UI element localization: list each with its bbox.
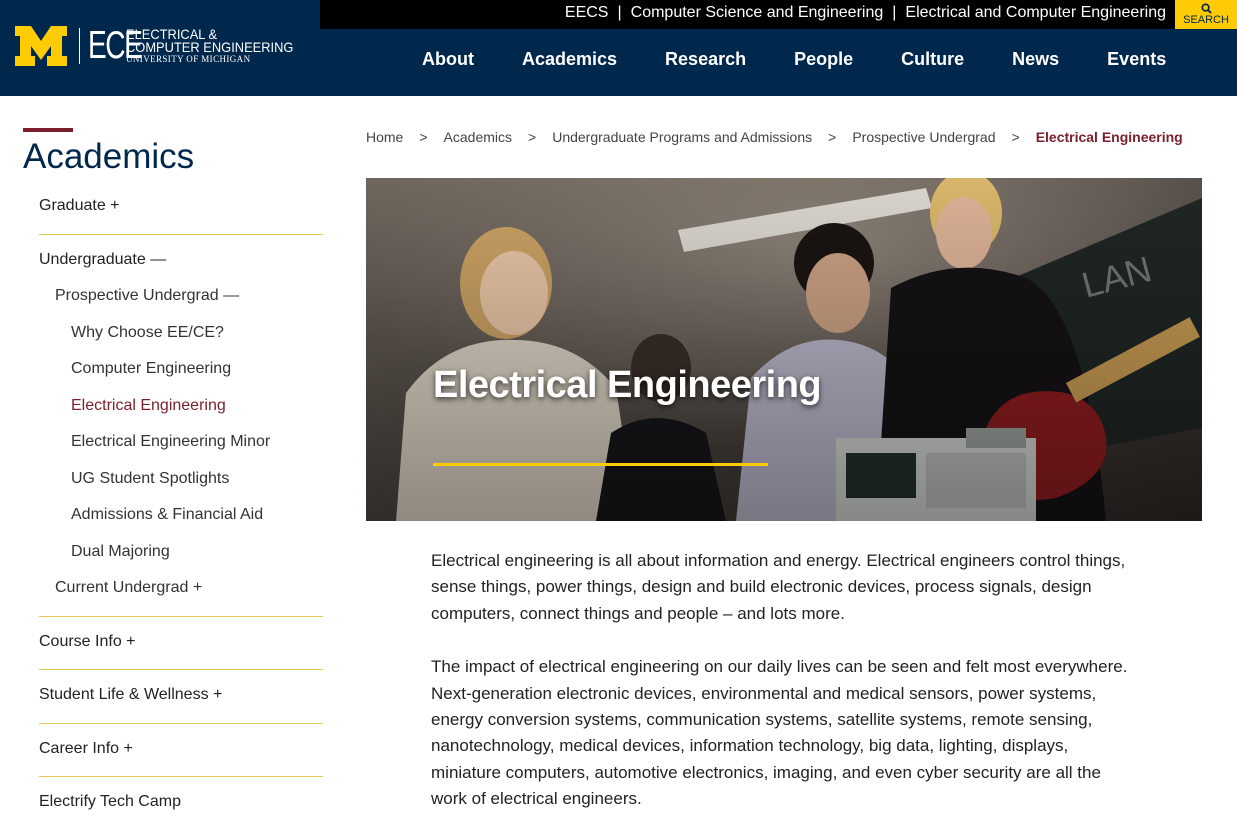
link-eecs[interactable]: EECS	[565, 4, 609, 22]
breadcrumb-home[interactable]: Home	[366, 128, 403, 146]
breadcrumb-academics[interactable]: Academics	[444, 128, 512, 146]
sidebar-item-why-choose[interactable]: Why Choose EE/CE?	[71, 323, 224, 343]
sidebar-accent-bar	[23, 128, 73, 132]
sidebar-item-prospective-undergrad[interactable]: Prospective Undergrad —	[55, 286, 239, 306]
nav-research[interactable]: Research	[665, 47, 746, 71]
sidebar-item-career-info[interactable]: Career Info +	[39, 739, 133, 759]
sidebar-item-student-life[interactable]: Student Life & Wellness +	[39, 685, 222, 705]
logo-line3: UNIVERSITY OF MICHIGAN	[126, 54, 251, 64]
search-button[interactable]: SEARCH	[1175, 0, 1237, 29]
hero-title: Electrical Engineering	[433, 364, 822, 406]
nav-academics[interactable]: Academics	[522, 47, 617, 71]
sidebar-divider	[39, 669, 323, 670]
main-content: Electrical engineering is all about info…	[431, 548, 1131, 840]
sidebar-item-ee-minor[interactable]: Electrical Engineering Minor	[71, 432, 270, 452]
logo-wordmark: ELECTRICAL & COMPUTER ENGINEERING UNIVER…	[126, 27, 308, 64]
breadcrumb: Home > Academics > Undergraduate Program…	[366, 128, 1183, 146]
sidebar-item-graduate[interactable]: Graduate +	[39, 196, 120, 216]
search-label: SEARCH	[1183, 14, 1229, 26]
sidebar-divider	[39, 776, 323, 777]
site-logo[interactable]: ECE ELECTRICAL & COMPUTER ENGINEERING UN…	[15, 26, 308, 66]
breadcrumb-current: Electrical Engineering	[1035, 129, 1183, 145]
sidebar-item-dual-majoring[interactable]: Dual Majoring	[71, 542, 170, 562]
utility-divider: |	[892, 3, 897, 21]
nav-culture[interactable]: Culture	[901, 47, 964, 71]
site-header: ECE ELECTRICAL & COMPUTER ENGINEERING UN…	[0, 0, 1237, 96]
sidebar-divider	[39, 234, 323, 235]
logo-line2: COMPUTER ENGINEERING	[126, 39, 294, 55]
sidebar-item-computer-engineering[interactable]: Computer Engineering	[71, 359, 231, 379]
breadcrumb-separator: >	[528, 129, 537, 145]
logo-separator	[79, 28, 80, 64]
sidebar-item-ug-student-spotlights[interactable]: UG Student Spotlights	[71, 469, 229, 489]
block-m-logo-icon	[15, 26, 67, 66]
breadcrumb-prospective-undergrad[interactable]: Prospective Undergrad	[852, 128, 995, 146]
intro-paragraph: Electrical engineering is all about info…	[431, 551, 1126, 623]
sidebar-item-electrify-tech-camp[interactable]: Electrify Tech Camp	[39, 792, 181, 812]
link-cse[interactable]: Computer Science and Engineering	[631, 4, 884, 22]
breadcrumb-separator: >	[1011, 129, 1020, 145]
nav-events[interactable]: Events	[1107, 47, 1166, 71]
sidebar-item-admissions-financial-aid[interactable]: Admissions & Financial Aid	[71, 505, 263, 525]
nav-news[interactable]: News	[1012, 47, 1059, 71]
ece-mark: ECE	[88, 24, 143, 67]
sidebar-item-current-undergrad[interactable]: Current Undergrad +	[55, 578, 202, 598]
nav-people[interactable]: People	[794, 47, 853, 71]
breadcrumb-undergraduate-programs[interactable]: Undergraduate Programs and Admissions	[552, 128, 812, 146]
utility-divider: |	[617, 3, 622, 21]
utility-links: EECS | Computer Science and Engineering …	[565, 0, 1166, 25]
sidebar-divider	[39, 616, 323, 617]
sidebar-item-course-info[interactable]: Course Info +	[39, 632, 136, 652]
sidebar-item-undergraduate[interactable]: Undergraduate —	[39, 250, 166, 270]
sidebar-item-electrical-engineering[interactable]: Electrical Engineering	[71, 396, 226, 416]
main-nav: About Academics Research People Culture …	[422, 47, 1214, 71]
hero-banner: LAN Electrical Engineering	[366, 178, 1202, 521]
hero-title-underline	[433, 463, 768, 466]
nav-about[interactable]: About	[422, 47, 474, 71]
sidebar-title: Academics	[23, 137, 195, 176]
breadcrumb-separator: >	[419, 129, 428, 145]
link-ece[interactable]: Electrical and Computer Engineering	[905, 4, 1166, 22]
impact-paragraph: The impact of electrical engineering on …	[431, 657, 1128, 809]
search-icon	[1200, 3, 1212, 14]
hero-photo: LAN	[366, 178, 1202, 521]
breadcrumb-separator: >	[828, 129, 837, 145]
sidebar-divider	[39, 723, 323, 724]
utility-bar: EECS | Computer Science and Engineering …	[320, 0, 1237, 29]
